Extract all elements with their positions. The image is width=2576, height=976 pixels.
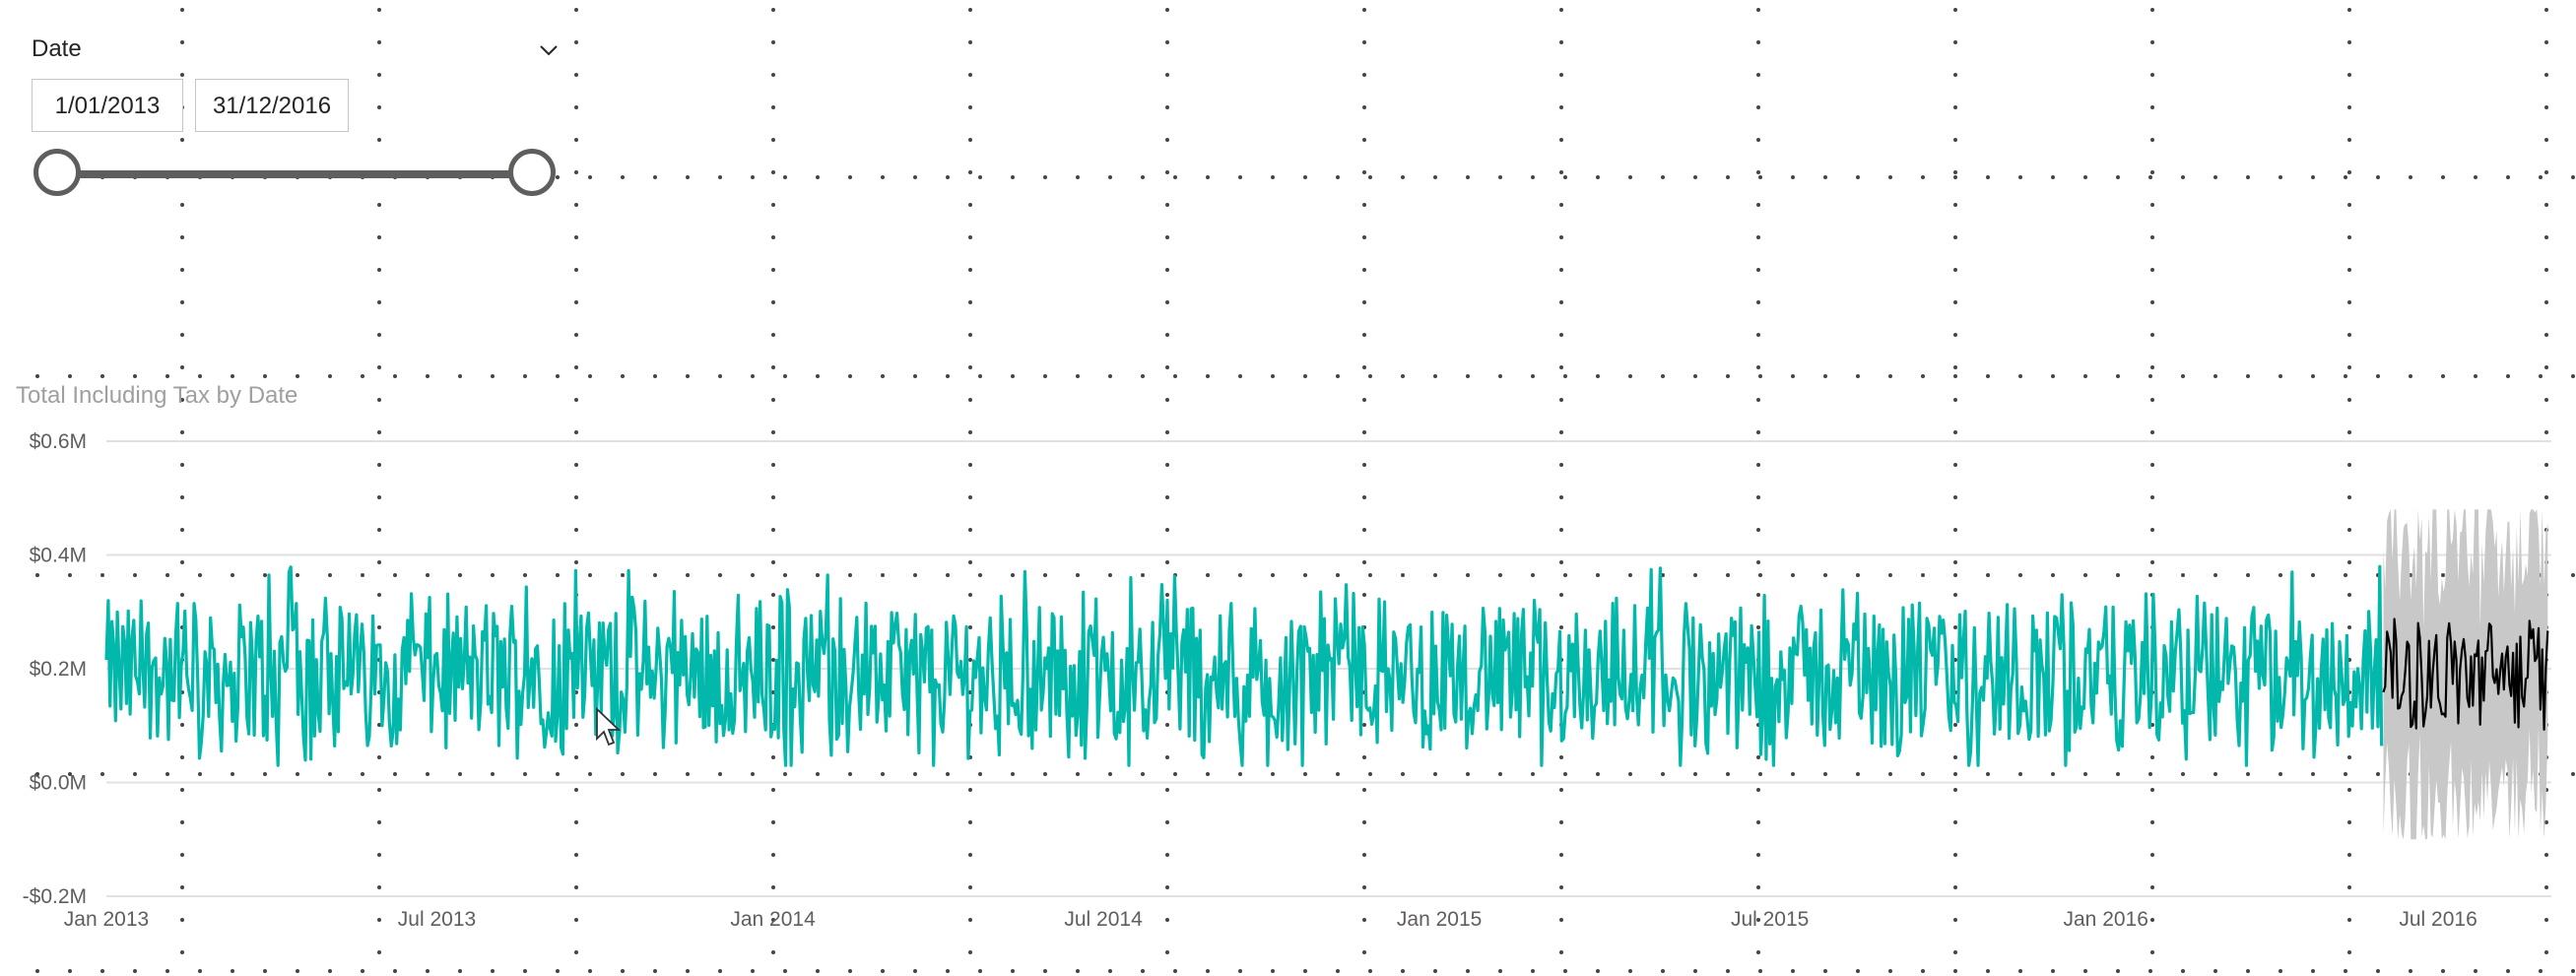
x-tick-label: Jan 2015 <box>1397 908 1482 931</box>
x-tick-label: Jul 2016 <box>2399 908 2477 931</box>
actual-line <box>104 564 2384 767</box>
y-tick-label: $0.2M <box>30 658 87 681</box>
line-chart[interactable]: $0.6M $0.4M $0.2M $0.0M -$0.2M Jan 2013 Jul 2… <box>0 0 2576 976</box>
x-tick-label: Jul 2015 <box>1731 908 1809 931</box>
x-tick-label: Jul 2014 <box>1064 908 1143 931</box>
y-tick-label: $0.0M <box>30 772 87 795</box>
x-tick-label: Jan 2016 <box>2064 908 2148 931</box>
x-tick-label: Jul 2013 <box>398 908 476 931</box>
actual-series <box>104 564 2384 767</box>
x-axis-ticks: Jan 2013 Jul 2013 Jan 2014 Jul 2014 Jan 2015… <box>64 908 2477 931</box>
y-tick-label: $0.6M <box>30 430 87 453</box>
y-tick-label: -$0.2M <box>23 885 87 908</box>
y-tick-label: $0.4M <box>30 545 87 567</box>
mouse-pointer-icon <box>596 707 622 747</box>
x-tick-label: Jan 2013 <box>64 908 149 931</box>
y-axis-ticks: $0.6M $0.4M $0.2M $0.0M -$0.2M <box>23 430 87 908</box>
x-tick-label: Jan 2014 <box>730 908 816 931</box>
